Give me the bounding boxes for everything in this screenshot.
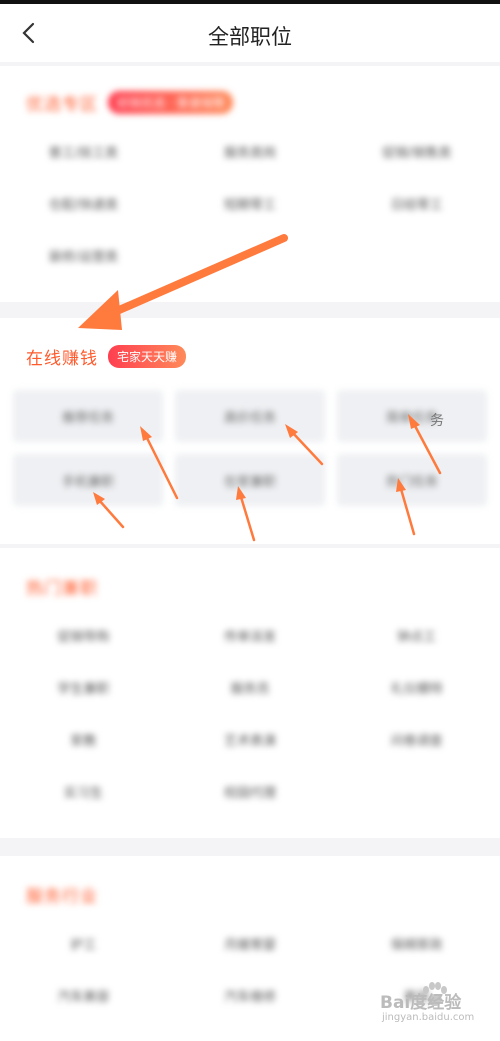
job-category-item[interactable]: 促销/销售类 xyxy=(333,142,500,166)
page-title: 全部职位 xyxy=(208,25,292,49)
watermark-url: jingyan.baidu.com xyxy=(382,1012,475,1023)
job-category-item[interactable]: 家教 xyxy=(0,730,167,754)
job-category-item[interactable]: 服务员 xyxy=(167,678,334,702)
online-task-card[interactable]: 推荐任务 xyxy=(13,390,163,442)
job-category-item[interactable]: 护工 xyxy=(0,934,167,958)
job-category-item[interactable]: 装修/运营类 xyxy=(0,246,167,270)
job-category-item[interactable]: 保姆家政 xyxy=(333,934,500,958)
section-title: 服务行业 xyxy=(26,887,98,907)
section-badge: 宅家天天赚 xyxy=(108,345,187,368)
job-category-item[interactable]: 普工/技工类 xyxy=(0,142,167,166)
section-premium: 优选专区 好岗优选 · 靠谱保障 普工/技工类 服务类岗 促销/销售类 仓配/快… xyxy=(0,66,500,302)
online-task-card[interactable]: 高价任务 xyxy=(175,390,325,442)
section-badge: 好岗优选 · 靠谱保障 xyxy=(108,91,234,114)
job-category-item[interactable]: 促销导购 xyxy=(0,626,167,650)
section-title: 在线赚钱 xyxy=(26,349,98,369)
watermark-text: Bai度经验 xyxy=(380,993,462,1013)
online-task-card[interactable]: 简单任务 xyxy=(337,390,487,442)
job-category-item[interactable]: 仓配/快递类 xyxy=(0,194,167,218)
job-category-item[interactable]: 艺术表演 xyxy=(167,730,334,754)
job-category-item[interactable]: 服务类岗 xyxy=(167,142,334,166)
job-category-item[interactable]: 学生兼职 xyxy=(0,678,167,702)
job-category-item[interactable]: 汽车维修 xyxy=(167,986,334,1010)
card-label-fragment: 务 xyxy=(430,413,444,429)
section-title: 热门兼职 xyxy=(26,579,98,599)
online-task-card[interactable]: 手机兼职 xyxy=(13,454,163,506)
job-category-item[interactable]: 月嫂育婴 xyxy=(167,934,334,958)
section-hot-parttime: 热门兼职 促销导购 传单派发 钟点工 学生兼职 服务员 礼仪模特 家教 艺术表演… xyxy=(0,548,500,838)
job-category-item[interactable]: 礼仪模特 xyxy=(333,678,500,702)
job-category-item[interactable]: 短期零工 xyxy=(167,194,334,218)
job-category-item[interactable]: 问卷调查 xyxy=(333,730,500,754)
job-category-item[interactable]: 日结零工 xyxy=(333,194,500,218)
job-category-item[interactable]: 汽车美容 xyxy=(0,986,167,1010)
job-category-item[interactable]: 传单派发 xyxy=(167,626,334,650)
job-category-item[interactable]: 实习生 xyxy=(0,782,167,806)
job-category-item[interactable]: 钟点工 xyxy=(333,626,500,650)
job-category-item[interactable]: 校园代理 xyxy=(167,782,334,806)
online-task-card[interactable]: 在家兼职 xyxy=(175,454,325,506)
section-title: 优选专区 xyxy=(26,95,98,115)
top-nav-bar: 全部职位 xyxy=(0,0,500,62)
online-task-card[interactable]: 热门任务 xyxy=(337,454,487,506)
section-online-earn: 在线赚钱 宅家天天赚 推荐任务 高价任务 简单任务 手机兼职 在家兼职 热门任务 xyxy=(0,318,500,544)
baidu-jingyan-watermark: Bai度经验 jingyan.baidu.com xyxy=(380,982,492,1032)
